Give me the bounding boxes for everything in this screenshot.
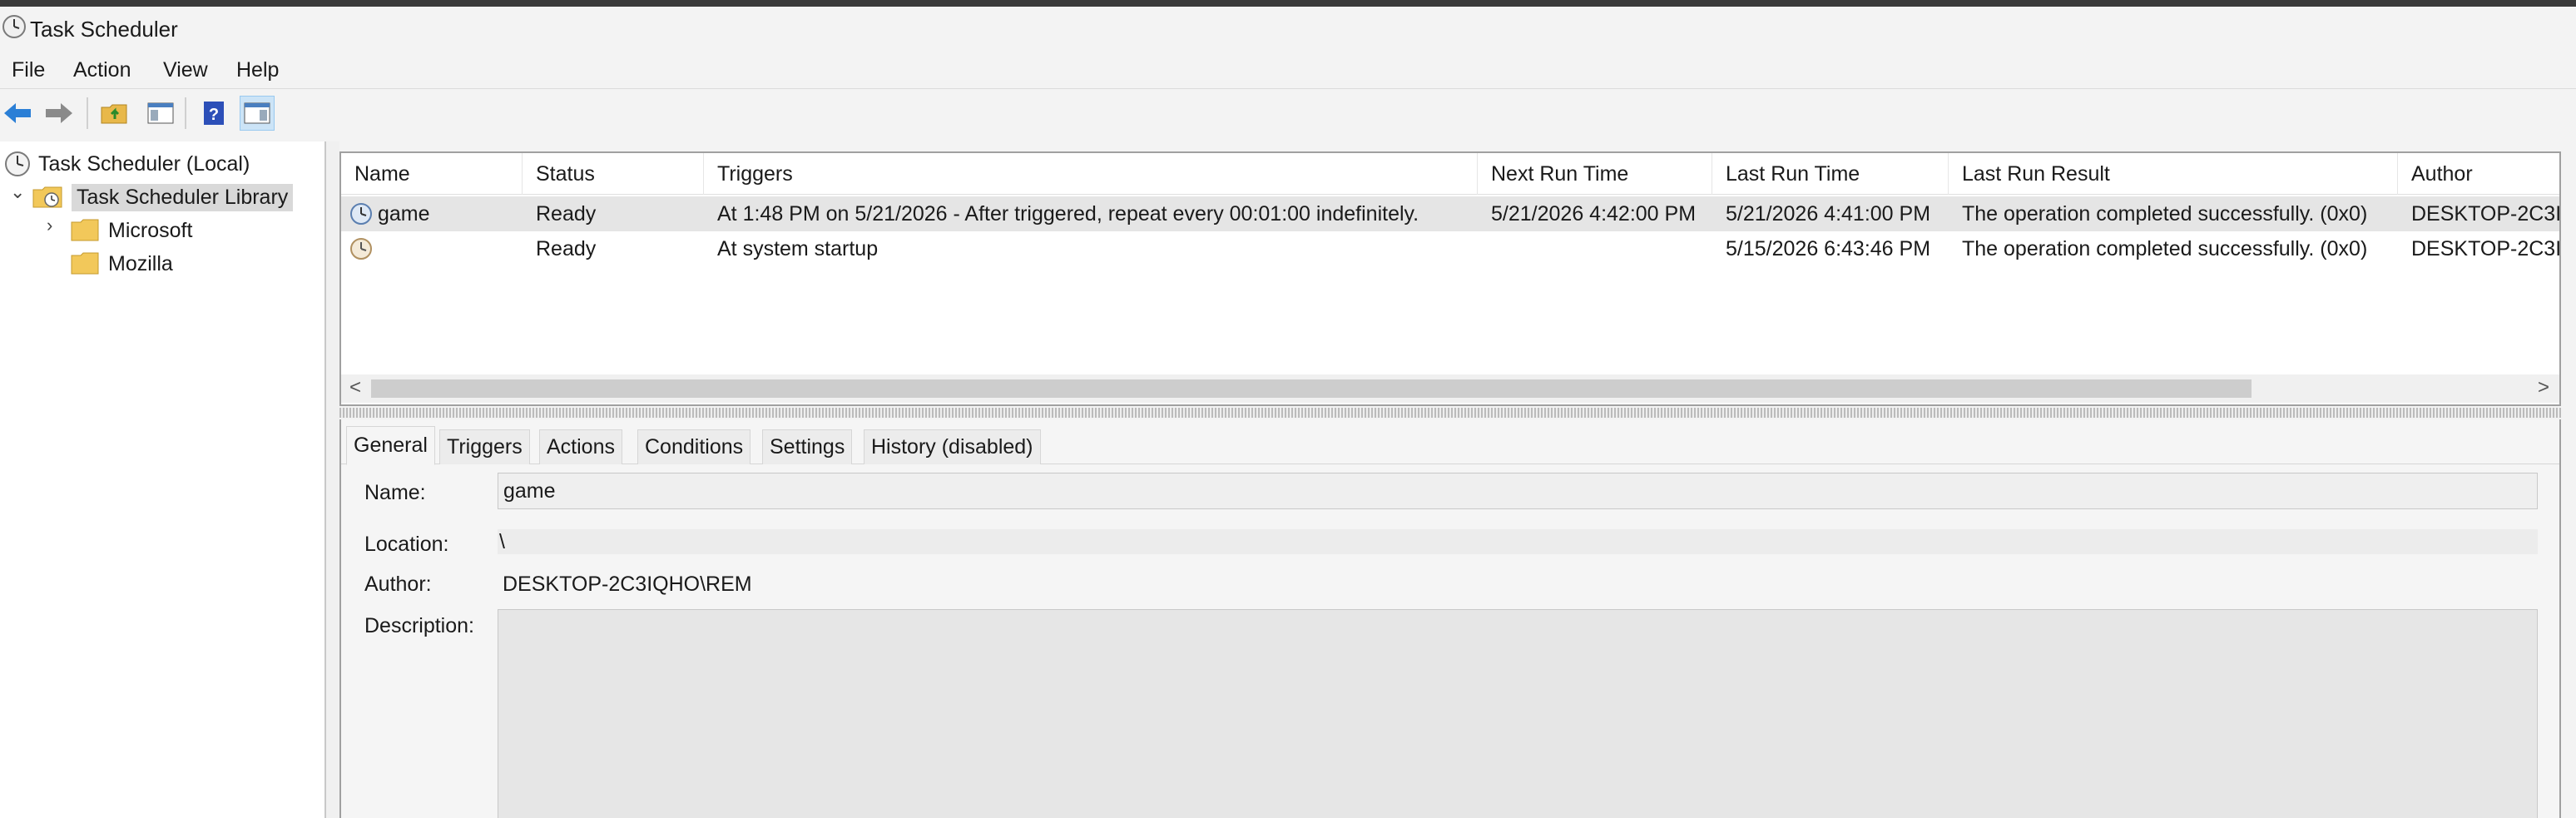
horizontal-scrollbar[interactable]: < > (341, 374, 2559, 403)
folder-clock-icon (32, 186, 62, 208)
task-list-header: Name Status Triggers Next Run Time Last … (341, 153, 2559, 195)
task-author: DESKTOP-2C3IQH (2411, 236, 2561, 260)
chevron-down-icon[interactable]: ⌄ (10, 181, 25, 203)
menu-action[interactable]: Action (73, 58, 131, 82)
task-last-run: 5/15/2026 6:43:46 PM (1726, 236, 1931, 260)
right-edge (2561, 141, 2576, 818)
screen-top-strip (0, 0, 2576, 7)
chevron-right-icon[interactable]: › (47, 215, 52, 236)
vertical-splitter[interactable] (326, 141, 339, 818)
author-value: DESKTOP-2C3IQHO\REM (503, 573, 752, 596)
task-clock-icon (350, 238, 372, 260)
task-last-run: 5/21/2026 4:41:00 PM (1726, 201, 1931, 226)
tree-item-microsoft[interactable]: Microsoft (70, 215, 192, 246)
description-field[interactable] (498, 609, 2538, 818)
window-title: Task Scheduler (30, 17, 178, 42)
name-field[interactable]: game (498, 473, 2538, 509)
task-details: General Triggers Actions Conditions Sett… (339, 419, 2561, 818)
tree-item-task-scheduler-local[interactable]: Task Scheduler (Local) (3, 148, 250, 180)
location-value: \ (498, 529, 2538, 554)
tab-settings[interactable]: Settings (762, 429, 853, 464)
menu-file[interactable]: File (12, 58, 45, 82)
task-next-run (1491, 231, 1711, 266)
task-name: game (378, 201, 430, 226)
task-status: Ready (536, 201, 597, 226)
task-last-result: The operation completed successfully. (0… (1962, 236, 2368, 260)
task-last-result: The operation completed successfully. (0… (1962, 201, 2368, 226)
menu-bar: File Action View Help (0, 52, 2576, 88)
location-label: Location: (364, 533, 449, 556)
task-clock-icon (350, 203, 372, 225)
description-label: Description: (364, 614, 474, 637)
column-header-name[interactable]: Name (341, 153, 523, 195)
tree-item-task-scheduler-library[interactable]: Task Scheduler Library (32, 181, 294, 213)
scroll-right-arrow[interactable]: > (2538, 376, 2549, 399)
column-header-last-run-result[interactable]: Last Run Result (1949, 153, 2398, 195)
forward-arrow-icon[interactable] (42, 96, 77, 131)
folder-icon (71, 252, 99, 275)
scrollbar-thumb[interactable] (371, 379, 2252, 398)
task-triggers: At system startup (717, 236, 879, 260)
horizontal-splitter[interactable] (339, 408, 2561, 418)
tab-history[interactable]: History (disabled) (864, 429, 1041, 464)
column-header-triggers[interactable]: Triggers (704, 153, 1478, 195)
name-label: Name: (364, 481, 426, 504)
author-label: Author: (364, 573, 432, 596)
tree-item-mozilla[interactable]: Mozilla (70, 248, 173, 280)
column-header-status[interactable]: Status (523, 153, 704, 195)
column-header-author[interactable]: Author (2398, 153, 2559, 195)
task-author: DESKTOP-2C3IQH (2411, 201, 2561, 226)
task-status: Ready (536, 236, 597, 260)
tab-conditions[interactable]: Conditions (637, 429, 751, 464)
tab-general[interactable]: General (346, 426, 435, 465)
scroll-left-arrow[interactable]: < (349, 376, 361, 399)
title-bar: Task Scheduler (0, 7, 2576, 52)
menu-help[interactable]: Help (236, 58, 279, 82)
task-triggers: At 1:48 PM on 5/21/2026 - After triggere… (717, 201, 1419, 226)
tab-triggers[interactable]: Triggers (439, 429, 530, 464)
svg-text:?: ? (209, 106, 219, 124)
task-list: Name Status Triggers Next Run Time Last … (339, 151, 2561, 406)
column-header-next-run-time[interactable]: Next Run Time (1478, 153, 1712, 195)
toolbar: ? (0, 88, 2576, 136)
console-tree-icon[interactable] (143, 96, 178, 131)
help-icon[interactable]: ? (196, 96, 231, 131)
folder-icon (71, 219, 99, 241)
column-header-last-run-time[interactable]: Last Run Time (1712, 153, 1949, 195)
task-scheduler-clock-icon (2, 15, 26, 38)
menu-view[interactable]: View (163, 58, 208, 82)
action-pane-icon[interactable] (240, 96, 275, 131)
folder-up-icon[interactable] (97, 96, 131, 131)
table-row[interactable]: Ready At system startup 5/15/2026 6:43:4… (341, 231, 2561, 266)
back-arrow-icon[interactable] (0, 96, 35, 131)
console-tree: Task Scheduler (Local) ⌄ Task Scheduler … (0, 141, 326, 818)
detail-tabs: General Triggers Actions Conditions Sett… (341, 426, 2559, 465)
table-row[interactable]: game Ready At 1:48 PM on 5/21/2026 - Aft… (341, 196, 2561, 231)
tab-actions[interactable]: Actions (539, 429, 622, 464)
task-next-run: 5/21/2026 4:42:00 PM (1491, 201, 1697, 226)
clock-icon (5, 151, 30, 176)
